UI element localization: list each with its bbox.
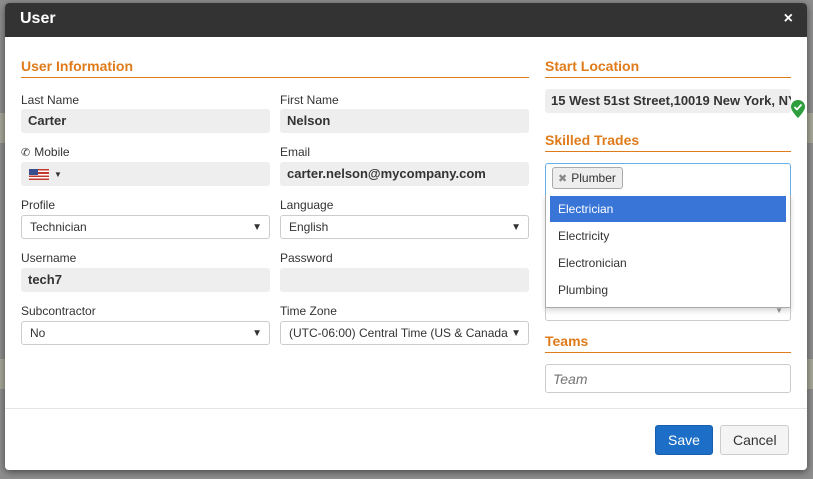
time-zone-value: (UTC-06:00) Central Time (US & Canada) [289, 326, 512, 340]
dropdown-arrow-icon: ▼ [511, 222, 521, 233]
trade-option-electricity[interactable]: Electricity [550, 223, 786, 249]
close-icon[interactable]: × [784, 10, 793, 28]
location-verified-icon [791, 100, 805, 118]
profile-select[interactable]: Technician ▼ [21, 215, 270, 239]
language-value: English [289, 220, 329, 234]
subcontractor-value: No [30, 326, 46, 340]
language-select[interactable]: English ▼ [280, 215, 529, 239]
profile-label: Profile [21, 198, 56, 212]
last-name-label: Last Name [21, 93, 80, 107]
email-field[interactable]: carter.nelson@mycompany.com [280, 162, 529, 186]
trade-tag-label: Plumber [571, 171, 616, 185]
subcontractor-label: Subcontractor [21, 304, 96, 318]
password-label: Password [280, 251, 333, 265]
dropdown-arrow-icon: ▼ [252, 222, 262, 233]
phone-icon: ✆ [21, 147, 31, 159]
modal-header: User × [5, 3, 807, 37]
teams-title: Teams [545, 333, 791, 353]
time-zone-select[interactable]: (UTC-06:00) Central Time (US & Canada) ▼ [280, 321, 529, 345]
mobile-label-text: Mobile [34, 145, 70, 159]
dropdown-arrow-icon: ▼ [508, 328, 521, 340]
skilled-trades-title: Skilled Trades [545, 132, 791, 152]
email-label: Email [280, 145, 311, 159]
trade-tag[interactable]: ✖ Plumber [552, 167, 623, 189]
first-name-field[interactable]: Nelson [280, 109, 529, 133]
start-location-field[interactable]: 15 West 51st Street,10019 New York, NY [545, 89, 791, 113]
mobile-field[interactable]: ▼ [21, 162, 270, 186]
user-information-title: User Information [21, 58, 529, 78]
trade-option-electronician[interactable]: Electronician [550, 250, 786, 276]
user-modal: User × User Information Last Name Carter… [5, 3, 807, 470]
modal-footer: Save Cancel [5, 408, 807, 470]
subcontractor-select[interactable]: No ▼ [21, 321, 270, 345]
trade-option-plumbing[interactable]: Plumbing [550, 277, 786, 303]
mobile-label: ✆ Mobile [21, 145, 70, 159]
modal-title: User [20, 10, 56, 27]
remove-tag-icon[interactable]: ✖ [558, 173, 567, 185]
username-label: Username [21, 251, 77, 265]
language-label: Language [280, 198, 334, 212]
username-field[interactable]: tech7 [21, 268, 270, 292]
trade-option-electrician[interactable]: Electrician [550, 196, 786, 222]
chevron-down-icon[interactable]: ▼ [54, 168, 62, 182]
skilled-trades-input[interactable]: ✖ Plumber [545, 163, 791, 196]
us-flag-icon[interactable] [29, 169, 49, 180]
start-location-title: Start Location [545, 58, 791, 78]
last-name-field[interactable]: Carter [21, 109, 270, 133]
skilled-trades-dropdown: Electrician Electricity Electronician Pl… [545, 195, 791, 308]
cancel-button[interactable]: Cancel [720, 425, 789, 455]
profile-value: Technician [30, 220, 87, 234]
team-input[interactable] [545, 364, 791, 393]
dropdown-arrow-icon: ▼ [252, 328, 262, 339]
first-name-label: First Name [280, 93, 339, 107]
save-button[interactable]: Save [655, 425, 713, 455]
password-field[interactable] [280, 268, 529, 292]
time-zone-label: Time Zone [280, 304, 337, 318]
